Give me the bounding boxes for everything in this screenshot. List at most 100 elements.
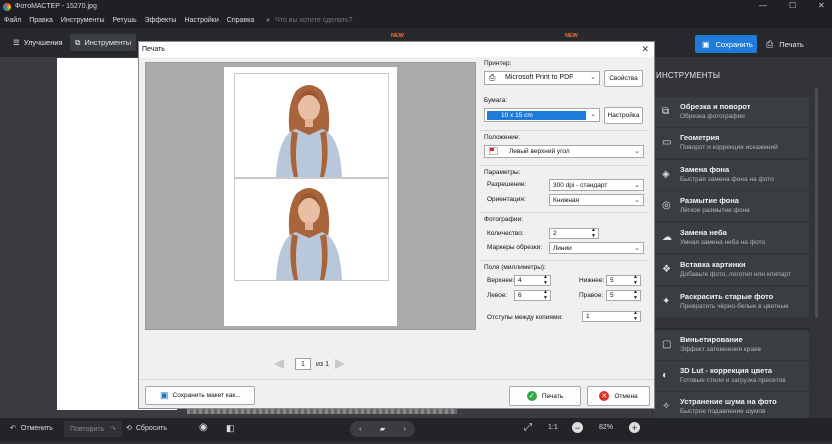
- close-window-icon[interactable]: ✕: [818, 1, 825, 10]
- tool-item[interactable]: ❖ Вставка картинки Добавьте фото, логотип …: [653, 255, 809, 285]
- save-icon: ▣: [702, 39, 710, 49]
- page-number-input[interactable]: 1: [295, 358, 311, 370]
- menu-effects[interactable]: Эффекты: [145, 17, 177, 24]
- right-margin-value: 5: [610, 292, 614, 299]
- folder-icon[interactable]: ▰: [380, 425, 385, 433]
- orientation-select[interactable]: Книжная ⌄: [549, 194, 644, 206]
- fit-screen-icon[interactable]: ⤢: [524, 422, 532, 433]
- preview-paper: [224, 67, 397, 326]
- markers-select[interactable]: Линии ⌄: [549, 242, 644, 254]
- right-margin-stepper[interactable]: 5 ▲ ▼: [606, 289, 641, 301]
- section-divider: [480, 212, 648, 213]
- sky-icon: ☁: [662, 232, 672, 243]
- undo-icon: ↶: [10, 425, 16, 432]
- top-margin-value: 4: [518, 277, 522, 284]
- save-button-label: Сохранить: [715, 39, 753, 49]
- orientation-label: Ориентация:: [487, 196, 526, 203]
- gap-stepper[interactable]: 1 ▲ ▼: [582, 310, 641, 322]
- zoom-out-icon[interactable]: −: [572, 422, 583, 433]
- page-of-label: из 1: [316, 360, 329, 368]
- undo-button[interactable]: ↶ Отменить: [10, 424, 53, 433]
- position-corner-icon: [489, 147, 498, 155]
- chevron-down-icon: ⌄: [590, 74, 596, 81]
- properties-button[interactable]: Свойства: [604, 70, 643, 87]
- count-stepper[interactable]: 2 ▲ ▼: [549, 227, 599, 239]
- tool-item[interactable]: ⧉ Обрезка и поворот Обрезка фотографии: [653, 97, 809, 127]
- save-button[interactable]: ▣ Сохранить: [695, 35, 757, 53]
- chevron-down-icon: ⌄: [590, 111, 596, 118]
- left-margin-stepper[interactable]: 6 ▲ ▼: [514, 289, 551, 301]
- prev-photo-icon[interactable]: ‹: [359, 426, 361, 433]
- bottom-margin-stepper[interactable]: 5 ▲ ▼: [606, 274, 641, 286]
- stepper-arrows-icon[interactable]: ▲ ▼: [633, 274, 638, 286]
- redo-button[interactable]: Повторить ↷: [64, 421, 123, 437]
- improve-tab[interactable]: ☰ Улучшения: [8, 34, 68, 51]
- geometry-icon: ▭: [662, 137, 672, 148]
- tool-item[interactable]: ▭ Геометрия Поворот и коррекция искажений: [653, 128, 809, 158]
- markers-label: Маркеры обрезки:: [487, 244, 543, 251]
- navigation-pill: ‹ ▰ ›: [350, 421, 415, 437]
- printer-value: Microsoft Print to PDF: [505, 74, 574, 81]
- search-icon: ⌕: [266, 16, 271, 24]
- tool-item-subtitle: Быстрая замена фона на фото: [680, 176, 774, 183]
- maximize-icon[interactable]: ☐: [789, 1, 796, 10]
- stepper-arrows-icon[interactable]: ▲ ▼: [633, 310, 638, 322]
- stepper-arrows-icon[interactable]: ▲ ▼: [543, 274, 548, 286]
- new-badge: NEW: [391, 33, 404, 39]
- tool-item[interactable]: ▢ Виньетирование Эффект затемнения краев: [653, 330, 809, 360]
- zoom-in-icon[interactable]: +: [629, 422, 640, 433]
- ratio-button[interactable]: 1:1: [548, 424, 558, 431]
- minimize-icon[interactable]: —: [759, 1, 767, 10]
- menu-search[interactable]: ⌕ Что вы хотите сделать?: [266, 17, 360, 25]
- tool-item[interactable]: ◐ 3D Lut - коррекция цвета Готовые стили и…: [653, 361, 809, 391]
- paper-setup-button[interactable]: Настройка: [604, 107, 643, 124]
- tool-item[interactable]: ◈ Замена фона Быстрая замена фона на фото: [653, 160, 809, 190]
- printer-select[interactable]: ⎙ Microsoft Print to PDF ⌄: [484, 71, 600, 85]
- dialog-close-icon[interactable]: ✕: [641, 44, 649, 55]
- cancel-button[interactable]: ✕ Отмена: [587, 386, 650, 406]
- tool-item[interactable]: ✦ Раскрасить старые фото Превратить чёрно-…: [653, 287, 809, 317]
- dialog-title: Печать: [142, 46, 165, 53]
- tool-item-subtitle: Превратить чёрно-белые в цветные: [680, 303, 789, 310]
- menu-edit[interactable]: Правка: [29, 17, 53, 24]
- reset-button[interactable]: ⟲ Сбросить: [126, 424, 167, 433]
- stepper-arrows-icon[interactable]: ▲ ▼: [543, 289, 548, 301]
- print-button[interactable]: ✓ Печать: [509, 386, 581, 406]
- left-margin-value: 6: [518, 292, 522, 299]
- tools-tab[interactable]: ⧉ Инструменты: [70, 34, 136, 51]
- compare-icon[interactable]: ◧: [226, 423, 235, 434]
- chevron-down-icon: ⌄: [634, 182, 640, 189]
- menu-settings[interactable]: Настройки: [184, 17, 218, 24]
- next-photo-icon[interactable]: ›: [403, 426, 405, 433]
- preview-eye-icon[interactable]: ◉: [199, 422, 208, 433]
- position-select[interactable]: Левый верхний угол ⌄: [484, 145, 644, 158]
- chevron-down-icon: ⌄: [634, 148, 640, 155]
- improve-tab-label: Улучшения: [23, 38, 63, 47]
- menu-help[interactable]: Справка: [227, 17, 254, 24]
- image-insert-icon: ❖: [662, 264, 671, 275]
- menu-file[interactable]: Файл: [4, 17, 21, 24]
- save-layout-button[interactable]: ▣ Сохранить макет как...: [145, 386, 255, 405]
- position-value: Левый верхний угол: [509, 148, 570, 155]
- stepper-arrows-icon[interactable]: ▲ ▼: [591, 227, 596, 239]
- paper-select[interactable]: 10 x 15 cm ⌄: [484, 108, 600, 122]
- menu-tools[interactable]: Инструменты: [61, 17, 105, 24]
- tool-item[interactable]: ☁ Замена неба Умная замена неба на фото: [653, 223, 809, 253]
- next-page-icon[interactable]: [334, 359, 345, 369]
- top-margin-stepper[interactable]: 4 ▲ ▼: [514, 274, 551, 286]
- position-label: Положение:: [484, 134, 521, 141]
- stepper-arrows-icon[interactable]: ▲ ▼: [633, 289, 638, 301]
- count-label: Количество:: [487, 230, 524, 237]
- prev-page-icon[interactable]: [274, 359, 284, 369]
- tool-item-title: Геометрия: [680, 133, 720, 142]
- colorize-icon: ✦: [662, 296, 671, 307]
- save-layout-label: Сохранить макет как...: [172, 392, 241, 399]
- resolution-select[interactable]: 300 dpi - стандарт ⌄: [549, 179, 644, 191]
- tool-item[interactable]: ◎ Размытие фона Лёгкое размытие фона: [653, 191, 809, 221]
- tool-item-subtitle: Умная замена неба на фото: [680, 239, 766, 246]
- new-badge-2: NEW: [565, 33, 578, 39]
- menu-retouch[interactable]: Ретушь: [113, 17, 137, 24]
- tools-panel-scrollbar[interactable]: [815, 88, 818, 318]
- print-toolbar-button[interactable]: ⎙ Печать: [766, 35, 804, 53]
- vignette-icon: ▢: [662, 339, 672, 350]
